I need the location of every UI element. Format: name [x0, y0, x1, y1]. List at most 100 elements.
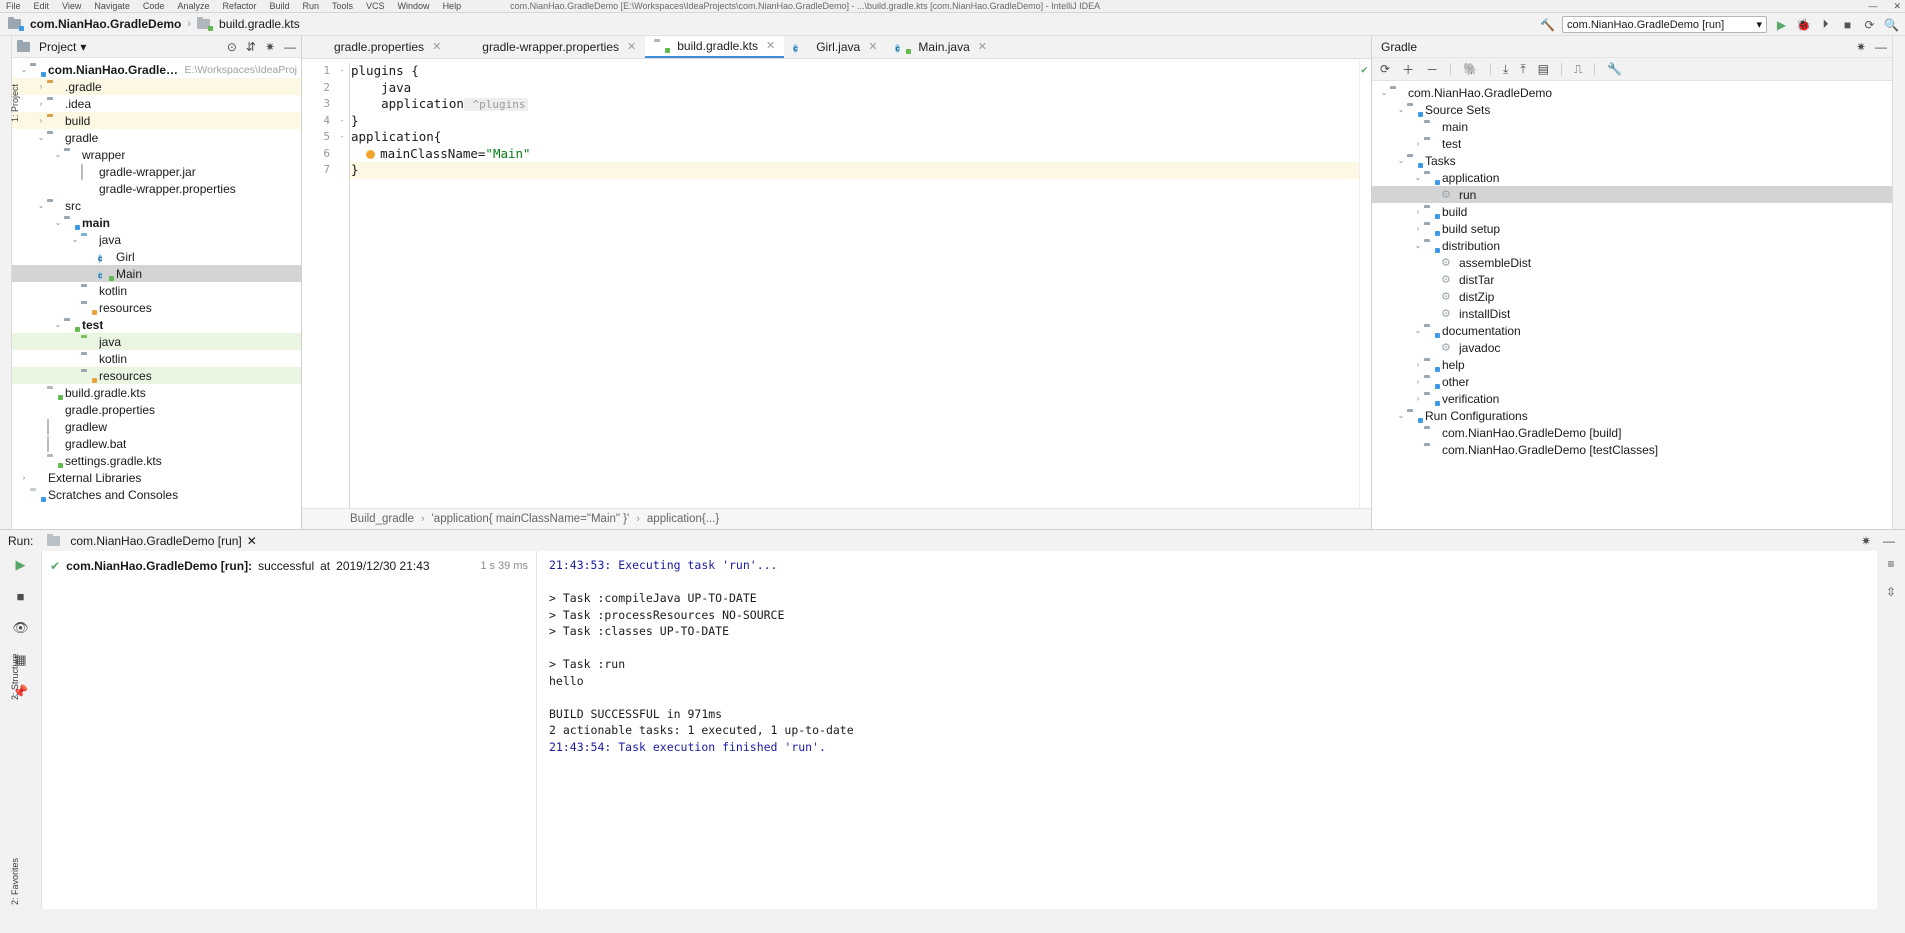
chevron-down-icon[interactable]: ⌄ — [1395, 156, 1407, 165]
project-tree-item-row[interactable]: settings.gradle.kts — [12, 452, 301, 469]
gradle-tree-item-row[interactable]: main — [1372, 118, 1892, 135]
project-tree-item-row[interactable]: › .gradle — [12, 78, 301, 95]
chevron-down-icon[interactable]: ▾ — [1756, 18, 1762, 31]
project-tree-item-row[interactable]: c Girl — [12, 248, 301, 265]
menu-item-edit[interactable]: Edit — [34, 1, 50, 11]
project-tree-item-row[interactable]: ⌄ com.NianHao.GradleDemo E:\Workspaces\Ide… — [12, 61, 301, 78]
minimize-icon[interactable]: — — [1868, 1, 1877, 12]
gradle-tree-item-row[interactable]: › build setup — [1372, 220, 1892, 237]
project-tree-item-row[interactable]: gradle-wrapper.properties — [12, 180, 301, 197]
gradle-tree-item-row[interactable]: ⌄ application — [1372, 169, 1892, 186]
menu-item-code[interactable]: Code — [143, 1, 165, 11]
collapse-all-icon[interactable]: ⤒ — [1520, 62, 1525, 77]
intention-bulb-icon[interactable] — [366, 149, 376, 159]
project-tree-item-row[interactable]: gradlew — [12, 418, 301, 435]
chevron-right-icon[interactable]: › — [1412, 360, 1424, 369]
code-line[interactable]: mainClassName="Main" — [349, 146, 1359, 163]
project-tree-item-row[interactable]: resources — [12, 299, 301, 316]
run-coverage-button[interactable]: ⏵ — [1818, 17, 1833, 32]
chevron-down-icon[interactable]: ⌄ — [52, 320, 64, 329]
toggle-offline-icon[interactable]: ⎍ — [1574, 62, 1582, 77]
editor-tab-bar[interactable]: gradle.properties ✕ gradle-wrapper.propert… — [302, 35, 1371, 59]
close-icon[interactable]: ✕ — [978, 40, 987, 53]
rerun-icon[interactable]: ▶ — [16, 557, 26, 573]
update-button[interactable]: ⟳ — [1862, 17, 1877, 32]
breadcrumb-item-2[interactable]: application{...} — [647, 513, 719, 525]
fold-toggle-icon[interactable]: - — [335, 129, 349, 146]
close-icon[interactable]: ✕ — [627, 40, 636, 53]
gradle-tree-item-row[interactable]: ⚙ javadoc — [1372, 339, 1892, 356]
search-everywhere-icon[interactable]: 🔍 — [1884, 17, 1899, 32]
chevron-down-icon[interactable]: ⌄ — [69, 235, 81, 244]
project-tree-item-row[interactable]: build.gradle.kts — [12, 384, 301, 401]
stop-icon[interactable]: ■ — [17, 589, 25, 604]
code-line[interactable]: application ^plugins — [349, 96, 1359, 113]
close-icon[interactable]: ✕ — [1893, 1, 1901, 12]
code-line[interactable]: java — [349, 80, 1359, 97]
soft-wrap-icon[interactable]: ≡ — [1887, 557, 1894, 571]
error-stripe-marker[interactable]: ✔ — [1359, 59, 1371, 508]
fold-toggle-icon[interactable]: - — [335, 113, 349, 130]
project-tree-item-row[interactable]: › build — [12, 112, 301, 129]
code-editor[interactable]: 1234567 --- plugins { java application ^… — [302, 59, 1371, 508]
chevron-down-icon[interactable]: ⌄ — [1395, 411, 1407, 420]
menu-item-navigate[interactable]: Navigate — [94, 1, 130, 11]
project-tree-item-row[interactable]: gradlew.bat — [12, 435, 301, 452]
wrench-icon[interactable]: 🔧 — [1607, 62, 1622, 76]
gradle-tree-item-row[interactable]: ⌄ documentation — [1372, 322, 1892, 339]
run-button[interactable]: ▶ — [1774, 17, 1789, 32]
chevron-down-icon[interactable]: ⌄ — [52, 150, 64, 159]
chevron-down-icon[interactable]: ⌄ — [1412, 326, 1424, 335]
menu-item-view[interactable]: View — [62, 1, 81, 11]
project-tree-item-row[interactable]: › .idea — [12, 95, 301, 112]
close-icon[interactable]: ✕ — [868, 40, 877, 53]
editor-tab[interactable]: build.gradle.kts ✕ — [645, 35, 785, 58]
remove-icon[interactable]: － — [1426, 61, 1438, 78]
menu-item-run[interactable]: Run — [303, 1, 320, 11]
project-tree-item-row[interactable]: ⌄ main — [12, 214, 301, 231]
gradle-tree[interactable]: ⌄ com.NianHao.GradleDemo ⌄ Source Sets main ›… — [1372, 81, 1892, 529]
menu-item-vcs[interactable]: VCS — [366, 1, 385, 11]
run-result-tree[interactable]: ✔ com.NianHao.GradleDemo [run]: successf… — [42, 551, 537, 909]
run-result-row[interactable]: ✔ com.NianHao.GradleDemo [run]: successf… — [42, 557, 536, 575]
gradle-tree-item-row[interactable]: ⚙ distZip — [1372, 288, 1892, 305]
project-tree-item-row[interactable]: ⌄ wrapper — [12, 146, 301, 163]
chevron-down-icon[interactable]: ⌄ — [1412, 241, 1424, 250]
project-tree-item-row[interactable]: ⌄ gradle — [12, 129, 301, 146]
project-tree-item-row[interactable]: kotlin — [12, 350, 301, 367]
menu-item-help[interactable]: Help — [443, 1, 462, 11]
project-tree-item-row[interactable]: Scratches and Consoles — [12, 486, 301, 503]
gradle-tree-item-row[interactable]: com.NianHao.GradleDemo [build] — [1372, 424, 1892, 441]
fold-toggle-icon[interactable]: - — [335, 63, 349, 80]
gradle-tree-item-row[interactable]: › other — [1372, 373, 1892, 390]
gradle-tree-item-row[interactable]: › verification — [1372, 390, 1892, 407]
project-tree-item-row[interactable]: resources — [12, 367, 301, 384]
project-tree-item-row[interactable]: c Main — [12, 265, 301, 282]
collapse-all-icon[interactable]: ⇵ — [246, 40, 256, 54]
chevron-right-icon[interactable]: › — [35, 99, 47, 108]
gradle-tree-item-row[interactable]: › test — [1372, 135, 1892, 152]
run-tab[interactable]: com.NianHao.GradleDemo [run] ✕ — [41, 532, 262, 550]
chevron-right-icon[interactable]: › — [35, 82, 47, 91]
strip-structure-label[interactable]: 2: Structure — [10, 653, 20, 700]
gradle-tree-item-row[interactable]: ⚙ distTar — [1372, 271, 1892, 288]
chevron-down-icon[interactable]: ⌄ — [1378, 88, 1390, 97]
menu-item-file[interactable]: File — [6, 1, 21, 11]
project-tree-item-row[interactable]: ⌄ java — [12, 231, 301, 248]
chevron-right-icon[interactable]: › — [1412, 224, 1424, 233]
strip-project-label[interactable]: 1: Project — [10, 84, 20, 122]
settings-icon[interactable]: ✷ — [1861, 534, 1871, 548]
chevron-right-icon[interactable]: › — [18, 473, 30, 482]
code-folding-column[interactable]: --- — [335, 59, 349, 508]
chevron-right-icon[interactable]: › — [35, 116, 47, 125]
expand-all-icon[interactable]: ⤓ — [1503, 62, 1508, 77]
chevron-right-icon[interactable]: › — [1412, 139, 1424, 148]
chevron-right-icon[interactable]: › — [1412, 207, 1424, 216]
hide-icon[interactable]: — — [1883, 534, 1895, 548]
gradle-tree-item-row[interactable]: › help — [1372, 356, 1892, 373]
run-configuration-selector[interactable]: com.NianHao.GradleDemo [run] ▾ — [1562, 16, 1767, 33]
gradle-tree-item-row[interactable]: ⌄ Source Sets — [1372, 101, 1892, 118]
project-tree[interactable]: ⌄ com.NianHao.GradleDemo E:\Workspaces\Ide… — [12, 58, 301, 529]
editor-tab[interactable]: c Main.java ✕ — [886, 35, 996, 58]
code-line[interactable]: } — [349, 113, 1359, 130]
